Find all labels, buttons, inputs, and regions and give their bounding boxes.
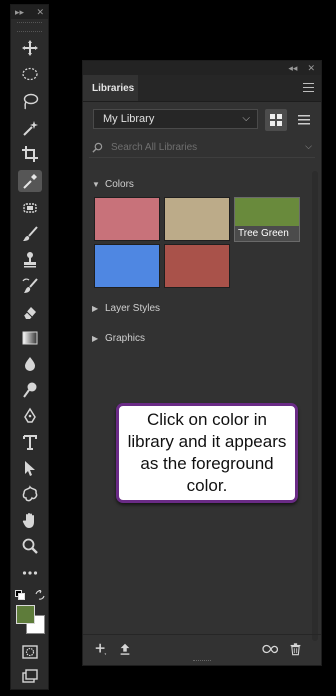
lasso-tool-icon[interactable] [18,90,42,112]
foreground-color-swatch[interactable] [16,605,35,624]
color-swatch[interactable] [164,197,230,241]
color-swatch-tree-green[interactable]: Tree Green [234,197,300,242]
quick-mask-icon[interactable] [18,641,42,663]
library-select-value: My Library [103,113,155,125]
collapsed-arrow-icon: ▶ [92,304,99,313]
pen-tool-icon[interactable] [18,405,42,427]
search-bar[interactable]: Search All Libraries ⌵ [89,139,315,158]
libraries-bottom-bar [83,634,321,665]
collapsed-arrow-icon: ▶ [92,334,99,343]
more-tools-icon[interactable] [18,562,42,584]
tools-panel: ▸▸ ✕ [10,4,49,690]
move-tool-icon[interactable] [18,37,42,59]
collapse-icon[interactable]: ◂◂ [288,63,297,74]
trash-icon[interactable] [287,641,303,657]
section-layer-styles-label: Layer Styles [105,303,161,314]
gradient-tool-icon[interactable] [18,327,42,349]
close-icon[interactable]: ✕ [36,7,44,18]
section-colors[interactable]: ▼ Colors [92,179,134,190]
section-graphics[interactable]: ▶ Graphics [92,333,145,344]
custom-shape-tool-icon[interactable] [18,483,42,505]
dodge-tool-icon[interactable] [18,379,42,401]
search-icon [92,142,103,153]
upload-icon[interactable] [117,641,133,657]
color-swatch[interactable] [94,244,160,288]
chevron-down-icon[interactable]: ⌵ [305,141,312,152]
zoom-tool-icon[interactable] [18,535,42,557]
screen-mode-icon[interactable] [18,665,42,687]
expand-icon[interactable]: ▸▸ [15,7,24,18]
libraries-panel: ◂◂ ✕ Libraries My Library ⌵ Search All L… [82,60,322,666]
marquee-tool-icon[interactable] [18,63,42,85]
color-swatch[interactable] [94,197,160,241]
path-selection-tool-icon[interactable] [18,457,42,479]
close-icon[interactable]: ✕ [307,63,315,74]
libraries-tab-bar: Libraries [83,75,321,102]
eraser-tool-icon[interactable] [18,301,42,323]
swap-colors-icon[interactable] [35,587,45,600]
creative-cloud-icon[interactable] [262,641,278,657]
crop-tool-icon[interactable] [18,143,42,165]
history-brush-tool-icon[interactable] [18,275,42,297]
libraries-panel-header: ◂◂ ✕ [83,61,321,75]
color-swatch-label: Tree Green [238,228,289,239]
panel-grip[interactable] [17,22,42,32]
tab-libraries[interactable]: Libraries [83,75,138,101]
instruction-callout: Click on color in library and it appears… [116,403,298,503]
expanded-arrow-icon: ▼ [92,180,100,189]
list-view-button[interactable] [293,109,315,131]
search-input[interactable]: Search All Libraries [111,142,197,153]
default-colors-icon[interactable] [15,587,25,600]
tools-panel-header: ▸▸ ✕ [11,5,48,19]
callout-text: Click on color in library and it appears… [127,410,287,495]
list-view-icon [298,115,310,125]
library-select[interactable]: My Library ⌵ [93,109,258,129]
section-colors-label: Colors [105,179,134,190]
blur-tool-icon[interactable] [18,353,42,375]
brush-tool-icon[interactable] [18,223,42,245]
panel-resize-grip[interactable] [193,660,211,664]
magic-wand-tool-icon[interactable] [18,117,42,139]
panel-menu-icon[interactable] [303,83,314,95]
healing-brush-tool-icon[interactable] [18,197,42,219]
section-graphics-label: Graphics [105,333,146,344]
section-layer-styles[interactable]: ▶ Layer Styles [92,303,160,314]
grid-view-icon [270,114,282,126]
grid-view-button[interactable] [265,109,287,131]
scrollbar[interactable] [312,171,318,641]
eyedropper-tool-icon[interactable] [18,170,42,192]
type-tool-icon[interactable] [18,431,42,453]
clone-stamp-tool-icon[interactable] [18,249,42,271]
color-swatch[interactable] [164,244,230,288]
hand-tool-icon[interactable] [18,509,42,531]
add-content-icon[interactable] [93,641,109,657]
color-swatch-fill [235,198,299,226]
chevron-down-icon: ⌵ [242,113,250,124]
